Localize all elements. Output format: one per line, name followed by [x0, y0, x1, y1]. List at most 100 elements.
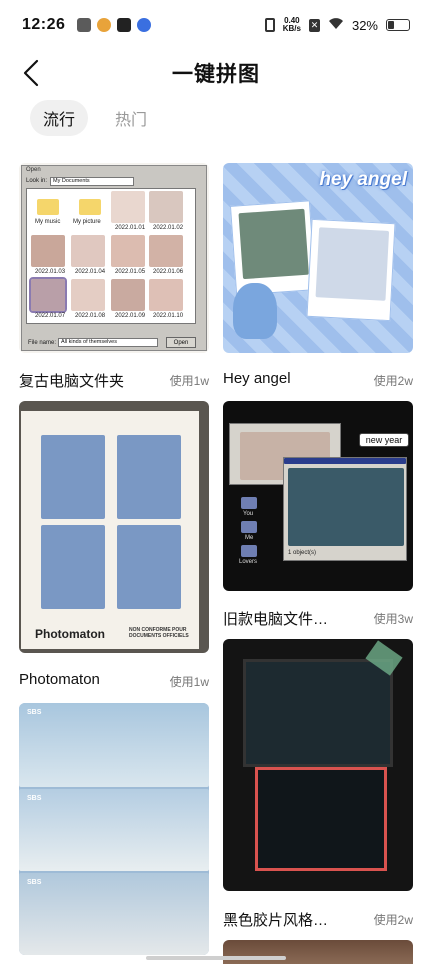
oldpc-folder-label: You: [243, 511, 254, 517]
category-tabs: 流行 热门: [30, 100, 160, 136]
wifi-icon: [328, 17, 344, 33]
polaroid-frame: [229, 200, 317, 296]
retro-open-button: Open: [166, 337, 196, 348]
template-usage: 使用1w: [169, 675, 209, 689]
status-time: 12:26: [22, 16, 66, 33]
oldpc-tag: new year: [359, 433, 409, 447]
retro-content: My music My picture 2022.01.01 2022.01.0…: [26, 188, 196, 324]
photo-scene: [19, 873, 209, 955]
photo-thumb: [71, 279, 105, 311]
template-card[interactable]: new year 1 object(s) You Me Lovers 旧款电脑文…: [223, 401, 413, 631]
film-frame-bottom: [255, 767, 387, 871]
status-bar: 12:26 0.40 KB/s ✕ 32%: [0, 0, 432, 50]
photo-person: [315, 227, 390, 301]
template-title: 黑色胶片风格…: [223, 912, 329, 929]
retro-cap: 2022.01.09: [115, 313, 146, 319]
home-indicator: [146, 956, 286, 960]
back-button[interactable]: [14, 56, 48, 90]
template-usage: 使用2w: [373, 913, 413, 927]
polaroid-frame: [306, 218, 396, 322]
photomaton-strip: Photomaton NON CONFORME POUR DOCUMENTS O…: [21, 411, 199, 649]
oldpc-status: 1 object(s): [288, 550, 317, 556]
photo-thumb: [71, 235, 105, 267]
header: 一键拼图: [0, 50, 432, 96]
tab-popular[interactable]: 流行: [30, 100, 89, 136]
photo-thumb: [111, 191, 145, 223]
speed-unit: KB/s: [282, 24, 301, 33]
photo-thumb: [149, 191, 183, 223]
photo-person: [238, 208, 309, 280]
retro-cap: 2022.01.04: [75, 269, 106, 275]
sbs-logo: SBS: [27, 879, 42, 886]
photo-scene: [19, 789, 209, 871]
chevron-left-icon: [23, 59, 39, 87]
angel-banner: hey angel: [319, 169, 407, 190]
photo-thumb: [31, 235, 65, 267]
retro-window-title: Open: [26, 167, 41, 173]
retro-filename-label: File name:: [28, 340, 57, 346]
retro-cap: 2022.01.06: [153, 269, 184, 275]
battery-percent: 32%: [351, 17, 378, 33]
photo-person: [41, 525, 105, 609]
template-usage: 使用3w: [373, 612, 413, 626]
template-thumbnail[interactable]: new year 1 object(s) You Me Lovers: [223, 401, 413, 591]
template-card[interactable]: Photomaton NON CONFORME POUR DOCUMENTS O…: [19, 401, 209, 691]
vibrate-icon: [264, 18, 275, 32]
folder-icon: [37, 199, 59, 215]
oldpc-folder-label: Lovers: [239, 559, 258, 565]
status-right: 0.40 KB/s ✕ 32%: [264, 17, 410, 33]
folder-icon: [241, 497, 257, 509]
template-usage: 使用1w: [169, 374, 209, 388]
retro-folder-label-2: My picture: [73, 219, 101, 225]
photo-person: [41, 435, 105, 519]
template-thumbnail[interactable]: [223, 639, 413, 891]
photo-person: [117, 435, 181, 519]
page-title: 一键拼图: [172, 63, 260, 86]
battery-fill: [388, 21, 395, 29]
template-thumbnail[interactable]: [223, 940, 413, 964]
photomaton-note: NON CONFORME POUR DOCUMENTS OFFICIELS: [129, 627, 189, 639]
template-usage: 使用2w: [373, 374, 413, 388]
retro-filename-box: All kinds of themselves: [58, 338, 158, 347]
no-sim-icon: ✕: [308, 18, 320, 32]
photo-person: [288, 468, 404, 546]
baidu-icon: [137, 18, 152, 32]
retro-cap: 2022.01.02: [153, 225, 184, 231]
notification-icons: [77, 18, 152, 32]
retro-cap: 2022.01.10: [153, 313, 184, 319]
template-card[interactable]: hey angel Hey angel 使用2w: [223, 163, 413, 393]
template-card[interactable]: [223, 940, 413, 964]
network-speed: 0.40 KB/s: [283, 17, 301, 33]
folder-icon: [241, 545, 257, 557]
template-thumbnail[interactable]: Photomaton NON CONFORME POUR DOCUMENTS O…: [19, 401, 209, 653]
photo-scene: [19, 703, 209, 787]
retro-cap: 2022.01.01: [115, 225, 146, 231]
retro-cap: 2022.01.07: [35, 313, 66, 319]
retro-cap: 2022.01.08: [75, 313, 106, 319]
bear-sticker: [233, 283, 277, 339]
oldpc-window-main: 1 object(s): [283, 457, 407, 561]
retro-cap: 2022.01.03: [35, 269, 66, 275]
app-notification-icon: [77, 18, 92, 32]
photo-thumb: [149, 235, 183, 267]
tiktok-icon: [117, 18, 132, 32]
film-frame-top: [243, 659, 393, 767]
folder-icon: [79, 199, 101, 215]
template-card[interactable]: 黑色胶片风格… 使用2w: [223, 639, 413, 929]
template-title: 复古电脑文件夹: [19, 373, 125, 390]
sbs-logo: SBS: [27, 795, 42, 802]
battery-icon: [386, 19, 410, 31]
photo-thumb: [111, 279, 145, 311]
retro-folder-label-1: My music: [35, 219, 61, 225]
oldpc-title-bar: [284, 458, 406, 464]
template-card[interactable]: SBS SBS SBS: [19, 703, 209, 955]
template-thumbnail[interactable]: hey angel: [223, 163, 413, 353]
photo-thumb: [29, 277, 67, 313]
template-thumbnail[interactable]: SBS SBS SBS: [19, 703, 209, 955]
tab-hot[interactable]: 热门: [102, 100, 160, 136]
template-thumbnail[interactable]: Open Look in: My Documents My music My p…: [19, 163, 209, 353]
template-card[interactable]: Open Look in: My Documents My music My p…: [19, 163, 209, 393]
photo-thumb: [149, 279, 183, 311]
retro-look-in: Look in:: [26, 178, 48, 184]
photomaton-brand: Photomaton: [35, 627, 105, 641]
